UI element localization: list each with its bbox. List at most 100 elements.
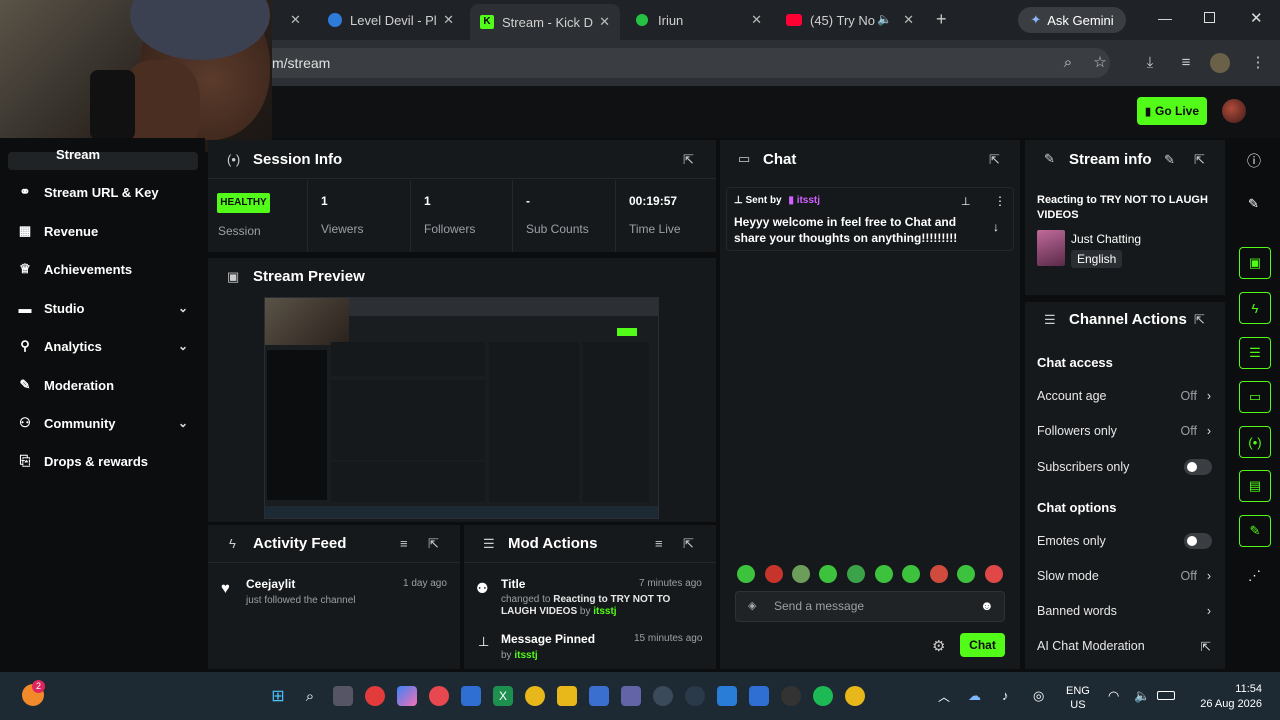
tab-kick-stream[interactable]: K Stream - Kick D ✕ bbox=[470, 4, 620, 40]
address-field[interactable]: m/stream bbox=[230, 48, 1110, 78]
chevron-up-icon[interactable]: ︿ bbox=[938, 688, 950, 705]
media-control-icon[interactable]: ≡ bbox=[1176, 53, 1196, 73]
download-icon[interactable]: ⤓ bbox=[1140, 53, 1160, 73]
chrome-icon[interactable] bbox=[525, 686, 545, 706]
rail-preview-button[interactable]: ▣ bbox=[1239, 247, 1271, 279]
bookmark-star-icon[interactable]: ☆ bbox=[1090, 53, 1110, 73]
emote-icon[interactable] bbox=[819, 565, 837, 583]
filter-icon[interactable]: ≡ bbox=[655, 536, 663, 551]
share-icon[interactable]: ⋰ bbox=[1248, 568, 1261, 584]
close-tab-icon[interactable]: ✕ bbox=[443, 12, 454, 28]
emote-icon[interactable] bbox=[930, 565, 948, 583]
category-name[interactable]: Just Chatting bbox=[1071, 232, 1141, 246]
sidebar-item-revenue[interactable]: ▦ Revenue bbox=[18, 219, 188, 243]
volume-icon[interactable]: 🔈 bbox=[1134, 688, 1150, 704]
sidebar-item-achievements[interactable]: ♕ Achievements bbox=[18, 257, 188, 281]
user-avatar[interactable] bbox=[1222, 99, 1246, 123]
emotes-only-toggle[interactable] bbox=[1184, 533, 1212, 549]
file-explorer-icon[interactable] bbox=[557, 686, 577, 706]
vscode-icon[interactable] bbox=[717, 686, 737, 706]
minimize-button[interactable]: — bbox=[1158, 10, 1172, 26]
category-thumbnail[interactable] bbox=[1037, 230, 1065, 266]
microphone-icon[interactable]: ♪ bbox=[1002, 688, 1009, 703]
restore-button[interactable] bbox=[1204, 12, 1215, 23]
clock[interactable]: 11:54 26 Aug 2026 bbox=[1190, 682, 1262, 712]
wifi-icon[interactable]: ◠ bbox=[1108, 688, 1119, 704]
new-tab-button[interactable]: + bbox=[936, 9, 947, 30]
windows-start-icon[interactable]: ⊞ bbox=[268, 686, 288, 706]
app-icon[interactable] bbox=[461, 686, 481, 706]
copilot-icon[interactable] bbox=[397, 686, 417, 706]
menu-dots-icon[interactable]: ⋮ bbox=[1248, 53, 1268, 73]
emote-icon[interactable] bbox=[902, 565, 920, 583]
ai-chat-moderation-row[interactable]: AI Chat Moderation ⇱ bbox=[1037, 639, 1213, 654]
speaker-icon[interactable]: 🔈 bbox=[877, 12, 892, 26]
popout-icon[interactable]: ⇱ bbox=[683, 152, 694, 168]
pinned-user[interactable]: itsstj bbox=[797, 195, 820, 206]
slow-mode-row[interactable]: Slow mode Off › bbox=[1037, 569, 1213, 583]
unpin-icon[interactable]: ⊥ bbox=[961, 195, 971, 208]
sidebar-item-community[interactable]: ⚇ Community ⌄ bbox=[18, 411, 188, 435]
language-indicator[interactable]: ENG US bbox=[1066, 684, 1090, 712]
profile-avatar-icon[interactable] bbox=[1210, 53, 1230, 73]
emote-icon[interactable] bbox=[957, 565, 975, 583]
emote-icon[interactable] bbox=[875, 565, 893, 583]
cloud-icon[interactable]: ☁ bbox=[968, 688, 981, 704]
search-icon[interactable]: ⌕ bbox=[300, 686, 320, 706]
emote-icon[interactable] bbox=[765, 565, 783, 583]
emoji-icon[interactable]: ☻ bbox=[980, 598, 994, 613]
rail-chat-button[interactable]: ▭ bbox=[1239, 381, 1271, 413]
info-icon[interactable]: ⓘ bbox=[1247, 151, 1261, 171]
app-icon[interactable] bbox=[589, 686, 609, 706]
tab-iriun[interactable]: Iriun ✕ bbox=[626, 6, 772, 34]
filter-icon[interactable]: ≡ bbox=[400, 536, 408, 551]
emote-icon[interactable] bbox=[985, 565, 1003, 583]
popout-icon[interactable]: ⇱ bbox=[428, 536, 439, 552]
rail-mod-actions-button[interactable]: ☰ bbox=[1239, 337, 1271, 369]
popout-icon[interactable]: ⇱ bbox=[683, 536, 694, 552]
chat-send-button[interactable]: Chat bbox=[960, 633, 1005, 657]
rail-activity-button[interactable]: ϟ bbox=[1239, 292, 1271, 324]
sidebar-item-moderation[interactable]: ✎ Moderation bbox=[18, 373, 188, 397]
sidebar-item-stream-url-key[interactable]: ⚭ Stream URL & Key bbox=[18, 180, 188, 204]
rail-channel-actions-button[interactable]: ▤ bbox=[1239, 470, 1271, 502]
banned-words-row[interactable]: Banned words › bbox=[1037, 604, 1213, 618]
sidebar-item-drops-rewards[interactable]: ⎘ Drops & rewards bbox=[18, 449, 188, 473]
expand-down-icon[interactable]: ↓ bbox=[993, 220, 999, 234]
rail-stream-info-button[interactable]: ✎ bbox=[1239, 515, 1271, 547]
app-icon[interactable] bbox=[685, 686, 705, 706]
close-tab-icon[interactable]: ✕ bbox=[903, 12, 914, 28]
followers-only-row[interactable]: Followers only Off › bbox=[1037, 424, 1213, 438]
tab-level-devil[interactable]: Level Devil - Pl ✕ bbox=[318, 6, 464, 34]
close-window-button[interactable]: ✕ bbox=[1250, 9, 1263, 27]
excel-icon[interactable]: X bbox=[493, 686, 513, 706]
edit-pencil-icon[interactable]: ✎ bbox=[1164, 152, 1175, 168]
subscribers-only-toggle[interactable] bbox=[1184, 459, 1212, 475]
app-icon[interactable] bbox=[429, 686, 449, 706]
battery-icon[interactable] bbox=[1157, 691, 1175, 700]
zoom-icon[interactable]: ⌕ bbox=[1058, 53, 1078, 73]
app-icon[interactable] bbox=[365, 686, 385, 706]
rail-session-info-button[interactable]: (•) bbox=[1239, 426, 1271, 458]
close-tab-icon[interactable]: ✕ bbox=[751, 12, 762, 28]
more-options-icon[interactable]: ⋮ bbox=[994, 194, 1006, 208]
account-age-row[interactable]: Account age Off › bbox=[1037, 389, 1213, 403]
accessibility-icon[interactable]: ◎ bbox=[1033, 688, 1044, 704]
mod-action-user[interactable]: itsstj bbox=[593, 606, 616, 617]
sidebar-item-stream[interactable]: Stream bbox=[18, 142, 188, 166]
sidebar-item-studio[interactable]: ▬ Studio ⌄ bbox=[18, 296, 189, 320]
popout-icon[interactable]: ⇱ bbox=[989, 152, 1000, 168]
go-live-button[interactable]: ▮ Go Live bbox=[1137, 97, 1207, 125]
obs-icon[interactable] bbox=[781, 686, 801, 706]
chat-settings-gear-icon[interactable]: ⚙ bbox=[932, 637, 945, 655]
spotify-icon[interactable] bbox=[813, 686, 833, 706]
emote-icon[interactable] bbox=[847, 565, 865, 583]
popout-icon[interactable]: ⇱ bbox=[1194, 312, 1205, 328]
popout-icon[interactable]: ⇱ bbox=[1194, 152, 1205, 168]
edit-icon[interactable]: ✎ bbox=[1248, 196, 1259, 212]
close-tab-icon[interactable]: ✕ bbox=[599, 14, 610, 30]
chrome-active-icon[interactable] bbox=[845, 686, 865, 706]
task-view-icon[interactable] bbox=[333, 686, 353, 706]
emote-icon[interactable] bbox=[737, 565, 755, 583]
stream-preview-video[interactable] bbox=[264, 297, 659, 519]
